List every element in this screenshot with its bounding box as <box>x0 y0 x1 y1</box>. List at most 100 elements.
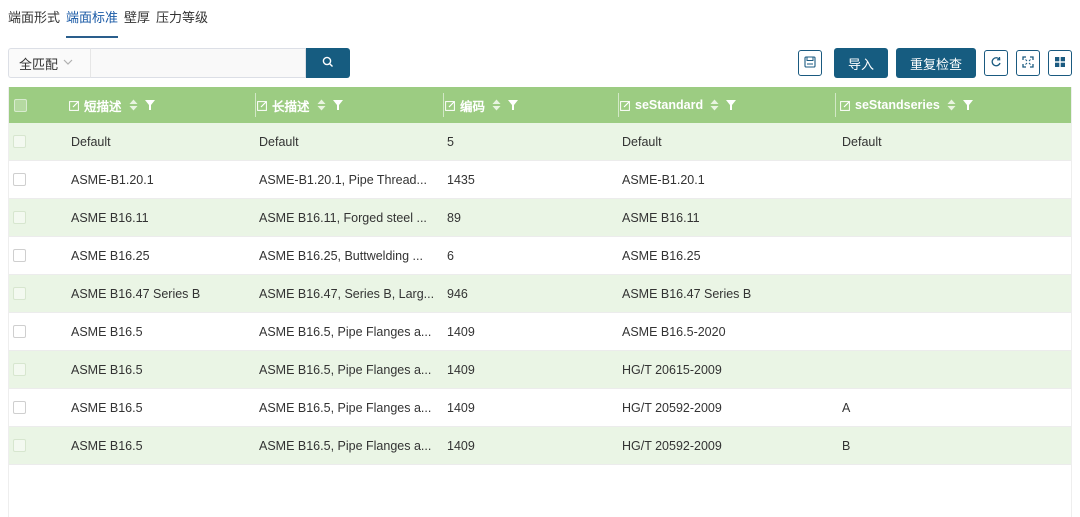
cell-sestandard[interactable]: Default <box>618 123 838 160</box>
cell-sestandard[interactable]: ASME B16.25 <box>618 237 838 274</box>
cell-sestandseries[interactable]: Default <box>838 123 1073 160</box>
cell-code[interactable]: 6 <box>443 237 618 274</box>
column-header-label: 短描述 <box>84 99 122 114</box>
table-row[interactable]: ASME B16.5 ASME B16.5, Pipe Flanges a...… <box>9 313 1071 351</box>
filter-icon[interactable] <box>962 100 973 110</box>
sort-icon[interactable] <box>710 99 719 111</box>
table-row[interactable]: ASME B16.25 ASME B16.25, Buttwelding ...… <box>9 237 1071 275</box>
cell-short-desc[interactable]: ASME B16.5 <box>67 351 255 388</box>
cell-short-desc[interactable]: ASME B16.5 <box>67 389 255 426</box>
match-mode-select[interactable]: 全匹配 <box>8 48 90 78</box>
column-header-code[interactable]: 编码 <box>443 87 618 123</box>
cell-sestandseries[interactable]: A <box>838 389 1073 426</box>
table-row[interactable]: ASME B16.5 ASME B16.5, Pipe Flanges a...… <box>9 427 1071 465</box>
cell-sestandseries[interactable] <box>838 199 1073 236</box>
cell-long-desc[interactable]: ASME B16.11, Forged steel ... <box>255 199 443 236</box>
cell-code[interactable]: 1409 <box>443 427 618 464</box>
filter-icon[interactable] <box>144 100 155 110</box>
cell-long-desc[interactable]: ASME B16.5, Pipe Flanges a... <box>255 313 443 350</box>
search-button[interactable] <box>306 48 350 78</box>
tab-wall-thickness[interactable]: 壁厚 <box>124 8 150 38</box>
sort-icon[interactable] <box>492 99 501 111</box>
cell-short-desc[interactable]: ASME B16.5 <box>67 427 255 464</box>
cell-long-desc[interactable]: ASME B16.25, Buttwelding ... <box>255 237 443 274</box>
cell-code[interactable]: 89 <box>443 199 618 236</box>
layout-icon <box>1054 56 1066 71</box>
cell-sestandard[interactable]: HG/T 20615-2009 <box>618 351 838 388</box>
column-divider[interactable] <box>618 93 619 117</box>
row-checkbox[interactable] <box>13 363 26 376</box>
cell-long-desc[interactable]: ASME-B1.20.1, Pipe Thread... <box>255 161 443 198</box>
cell-long-desc[interactable]: Default <box>255 123 443 160</box>
cell-code[interactable]: 1435 <box>443 161 618 198</box>
filter-icon[interactable] <box>332 100 343 110</box>
cell-sestandard[interactable]: HG/T 20592-2009 <box>618 389 838 426</box>
cell-sestandseries[interactable] <box>838 313 1073 350</box>
cell-short-desc[interactable]: ASME B16.47 Series B <box>67 275 255 312</box>
column-header-sestandard[interactable]: seStandard <box>618 87 838 123</box>
row-checkbox[interactable] <box>13 287 26 300</box>
cell-code[interactable]: 1409 <box>443 313 618 350</box>
column-divider[interactable] <box>835 93 836 117</box>
cell-short-desc[interactable]: ASME B16.5 <box>67 313 255 350</box>
table-row[interactable]: ASME-B1.20.1 ASME-B1.20.1, Pipe Thread..… <box>9 161 1071 199</box>
cell-sestandard[interactable]: HG/T 20592-2009 <box>618 427 838 464</box>
cell-long-desc[interactable]: ASME B16.5, Pipe Flanges a... <box>255 427 443 464</box>
cell-long-desc[interactable]: ASME B16.5, Pipe Flanges a... <box>255 389 443 426</box>
table-row[interactable]: ASME B16.5 ASME B16.5, Pipe Flanges a...… <box>9 389 1071 427</box>
row-checkbox[interactable] <box>13 135 26 148</box>
layout-button[interactable] <box>1048 50 1072 76</box>
column-divider[interactable] <box>255 93 256 117</box>
select-all-checkbox[interactable] <box>14 98 27 112</box>
cell-sestandseries[interactable] <box>838 237 1073 274</box>
table-row[interactable]: Default Default 5 Default Default <box>9 123 1071 161</box>
cell-short-desc[interactable]: ASME B16.25 <box>67 237 255 274</box>
cell-sestandseries[interactable] <box>838 161 1073 198</box>
tab-face-standard[interactable]: 端面标准 <box>66 8 119 38</box>
fullscreen-button[interactable] <box>1016 50 1040 76</box>
duplicate-check-button[interactable]: 重复检查 <box>895 48 976 78</box>
sort-icon[interactable] <box>947 99 956 111</box>
row-checkbox[interactable] <box>13 439 26 452</box>
cell-code[interactable]: 1409 <box>443 389 618 426</box>
grid-header: 短描述 长描述 编码 seStandard seStandseries <box>9 87 1071 123</box>
row-checkbox[interactable] <box>13 211 26 224</box>
column-header-long-desc[interactable]: 长描述 <box>255 87 443 123</box>
cell-sestandard[interactable]: ASME-B1.20.1 <box>618 161 838 198</box>
column-header-short-desc[interactable]: 短描述 <box>67 87 255 123</box>
cell-sestandard[interactable]: ASME B16.47 Series B <box>618 275 838 312</box>
cell-code[interactable]: 1409 <box>443 351 618 388</box>
table-row[interactable]: ASME B16.11 ASME B16.11, Forged steel ..… <box>9 199 1071 237</box>
cell-sestandseries[interactable] <box>838 351 1073 388</box>
refresh-button[interactable] <box>984 50 1008 76</box>
tab-pressure-class[interactable]: 压力等级 <box>156 8 208 38</box>
import-button[interactable]: 导入 <box>833 48 888 78</box>
sort-icon[interactable] <box>317 99 326 111</box>
column-divider[interactable] <box>443 93 444 117</box>
filter-icon[interactable] <box>726 100 737 110</box>
sort-icon[interactable] <box>129 99 138 111</box>
toolbar: 全匹配 导入 重复检查 <box>8 48 1072 78</box>
cell-code[interactable]: 946 <box>443 275 618 312</box>
cell-short-desc[interactable]: ASME B16.11 <box>67 199 255 236</box>
tab-face-type[interactable]: 端面形式 <box>8 8 60 38</box>
cell-code[interactable]: 5 <box>443 123 618 160</box>
cell-sestandard[interactable]: ASME B16.5-2020 <box>618 313 838 350</box>
filter-icon[interactable] <box>508 100 519 110</box>
table-row[interactable]: ASME B16.5 ASME B16.5, Pipe Flanges a...… <box>9 351 1071 389</box>
search-input[interactable] <box>90 48 306 78</box>
cell-short-desc[interactable]: Default <box>67 123 255 160</box>
column-header-sestandseries[interactable]: seStandseries <box>838 87 1073 123</box>
row-checkbox[interactable] <box>13 401 26 414</box>
row-checkbox[interactable] <box>13 325 26 338</box>
row-checkbox[interactable] <box>13 249 26 262</box>
table-row[interactable]: ASME B16.47 Series B ASME B16.47, Series… <box>9 275 1071 313</box>
cell-sestandseries[interactable]: B <box>838 427 1073 464</box>
save-button[interactable] <box>797 50 822 76</box>
cell-long-desc[interactable]: ASME B16.5, Pipe Flanges a... <box>255 351 443 388</box>
row-checkbox[interactable] <box>13 173 26 186</box>
cell-short-desc[interactable]: ASME-B1.20.1 <box>67 161 255 198</box>
cell-sestandard[interactable]: ASME B16.11 <box>618 199 838 236</box>
cell-long-desc[interactable]: ASME B16.47, Series B, Larg... <box>255 275 443 312</box>
cell-sestandseries[interactable] <box>838 275 1073 312</box>
